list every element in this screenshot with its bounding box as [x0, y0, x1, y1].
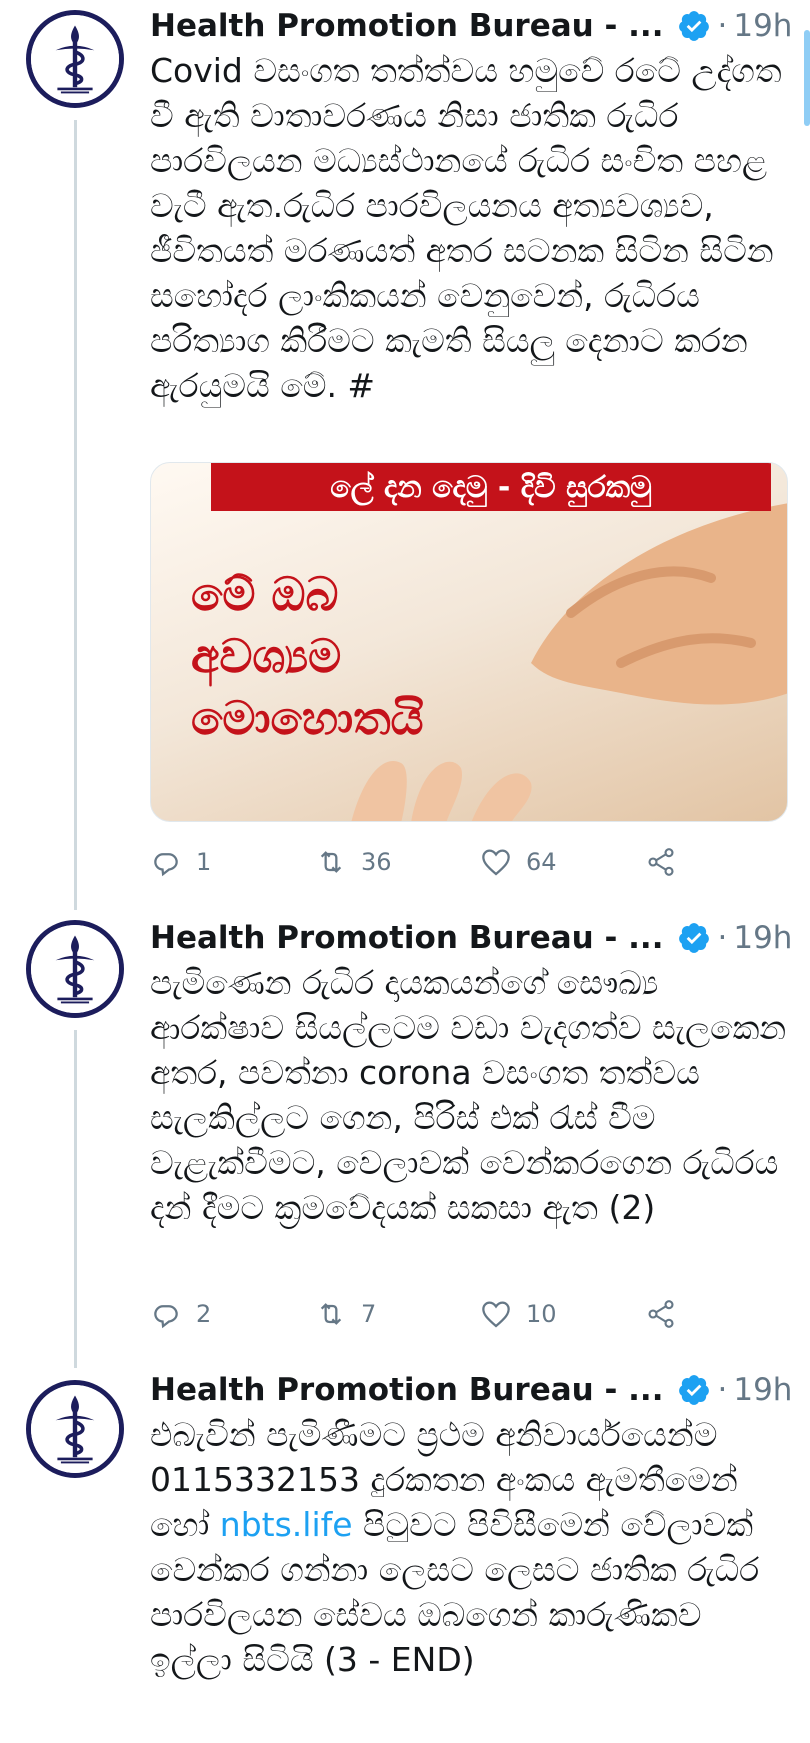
share-icon — [645, 846, 677, 878]
bureau-logo-icon — [31, 15, 119, 103]
headline-line: මේ ඔබ — [191, 567, 339, 621]
nbts-link[interactable]: nbts.life — [220, 1505, 353, 1544]
image-banner: ලේ දන දෙමු - දිවි සුරකමු — [211, 463, 771, 511]
retweet-icon — [315, 846, 347, 878]
share-button[interactable] — [645, 1298, 691, 1330]
reply-button[interactable]: 1 — [150, 846, 211, 878]
reply-button[interactable]: 2 — [150, 1298, 211, 1330]
author-name[interactable]: Health Promotion Bureau - ... — [150, 1372, 663, 1408]
like-button[interactable]: 64 — [480, 846, 557, 878]
tweet-1[interactable]: Health Promotion Bureau - ... · 19h Covi… — [0, 0, 810, 910]
avatar[interactable] — [26, 920, 124, 1018]
avatar[interactable] — [26, 1380, 124, 1478]
author-name[interactable]: Health Promotion Bureau - ... — [150, 8, 663, 44]
tweet-text: පැමිණෙන රුධිර දායකයන්ගේ සෞඛ්‍ය ආරක්ෂාව ස… — [150, 963, 787, 1227]
thread-line — [74, 1030, 77, 1368]
tweet-header: Health Promotion Bureau - ... · 19h — [150, 6, 796, 46]
verified-icon — [677, 1373, 711, 1407]
reply-count: 1 — [196, 848, 212, 876]
bureau-logo-icon — [31, 1385, 119, 1473]
like-count: 64 — [526, 848, 557, 876]
avatar[interactable] — [26, 10, 124, 108]
retweet-count: 7 — [361, 1300, 377, 1328]
like-count: 10 — [526, 1300, 557, 1328]
tweet-header: Health Promotion Bureau - ... · 19h — [150, 918, 796, 958]
reply-icon — [150, 1298, 182, 1330]
verified-icon — [677, 921, 711, 955]
tweet-text: එබැවින් පැමිණීමට ප්‍රථම අනිවාර්යයෙන්ම 01… — [150, 1412, 790, 1682]
reply-icon — [150, 846, 182, 878]
headline-line: අවශ්‍යම — [191, 629, 342, 683]
heart-icon — [480, 846, 512, 878]
headline-line: මොහොතයි — [191, 691, 424, 745]
share-icon — [645, 1298, 677, 1330]
tweet-time[interactable]: 19h — [733, 1372, 792, 1408]
tweet-image[interactable]: ලේ දන දෙමු - දිවි සුරකමු මේ ඔබ අවශ්‍යම ම… — [150, 462, 788, 822]
retweet-button[interactable]: 7 — [315, 1298, 376, 1330]
tweet-text: Covid වසංගත තත්ත්වය හමුවේ රටේ උද්ගත වී ඇ… — [150, 51, 782, 405]
retweet-icon — [315, 1298, 347, 1330]
share-button[interactable] — [645, 846, 691, 878]
retweet-count: 36 — [361, 848, 392, 876]
tweet-actions: 1 36 64 — [150, 842, 710, 882]
reply-count: 2 — [196, 1300, 212, 1328]
verified-icon — [677, 9, 711, 43]
image-headline: මේ ඔබ අවශ්‍යම මොහොතයි — [191, 563, 424, 749]
thread-line — [74, 120, 77, 910]
author-name[interactable]: Health Promotion Bureau - ... — [150, 920, 663, 956]
tweet-time[interactable]: 19h — [733, 920, 792, 956]
tweet-header: Health Promotion Bureau - ... · 19h — [150, 1370, 796, 1410]
retweet-button[interactable]: 36 — [315, 846, 392, 878]
bureau-logo-icon — [31, 925, 119, 1013]
separator-dot: · — [717, 1372, 728, 1408]
tweet-actions: 2 7 10 — [150, 1294, 710, 1334]
tweet-3[interactable]: Health Promotion Bureau - ... · 19h එබැව… — [0, 1364, 810, 1743]
separator-dot: · — [717, 920, 728, 956]
separator-dot: · — [717, 8, 728, 44]
tweet-2[interactable]: Health Promotion Bureau - ... · 19h පැමි… — [0, 912, 810, 1368]
like-button[interactable]: 10 — [480, 1298, 557, 1330]
heart-icon — [480, 1298, 512, 1330]
tweet-time[interactable]: 19h — [733, 8, 792, 44]
